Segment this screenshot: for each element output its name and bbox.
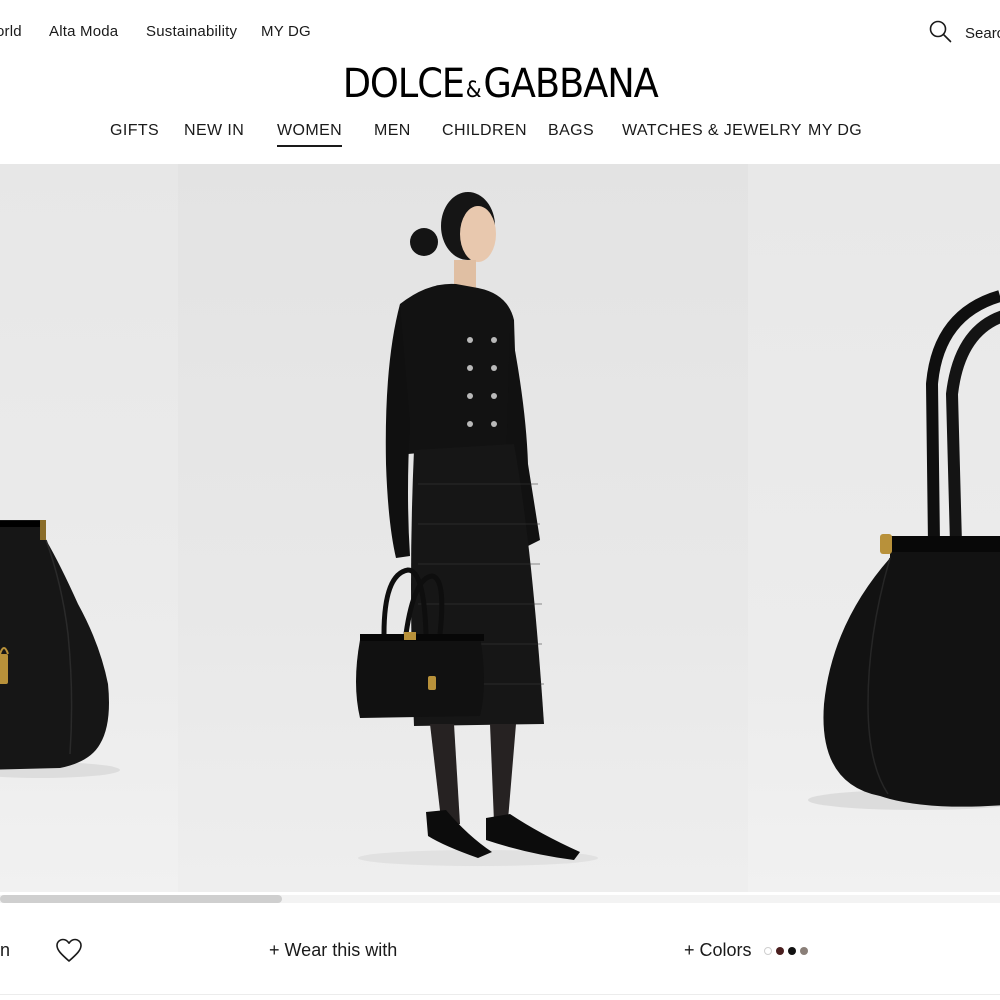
product-action-bar: in + Wear this with + Colors: [0, 920, 1000, 982]
color-swatch-taupe[interactable]: [799, 946, 808, 955]
main-nav: GIFTS NEW IN WOMEN MEN CHILDREN BAGS WAT…: [0, 122, 1000, 152]
color-swatch-white[interactable]: [763, 946, 772, 955]
search-button[interactable]: Searc: [928, 20, 1000, 46]
logo-word-gabbana: GABBANA: [483, 61, 658, 107]
gallery-image-bag-closeup[interactable]: [748, 164, 1000, 892]
nav-item-my-dg[interactable]: MY DG: [808, 122, 862, 145]
color-swatch-black[interactable]: [787, 946, 796, 955]
bottom-divider: [0, 994, 1000, 995]
nav-item-new-in[interactable]: NEW IN: [184, 122, 244, 145]
colors-button[interactable]: + Colors: [684, 940, 808, 961]
search-icon: [928, 19, 952, 48]
nav-item-children[interactable]: CHILDREN: [442, 122, 527, 145]
logo-word-dolce: DOLCE: [342, 61, 464, 107]
utility-bar: orld Alta Moda Sustainability MY DG Sear…: [0, 0, 1000, 62]
product-gallery[interactable]: [0, 164, 1000, 892]
gallery-scrollbar[interactable]: [0, 895, 1000, 903]
utility-link-my-dg[interactable]: MY DG: [261, 23, 311, 40]
nav-item-women[interactable]: WOMEN: [277, 122, 343, 147]
gallery-scrollbar-thumb[interactable]: [0, 895, 282, 903]
nav-item-bags[interactable]: BAGS: [548, 122, 594, 145]
utility-link-alta-moda[interactable]: Alta Moda: [49, 23, 118, 40]
colors-label: + Colors: [684, 940, 752, 960]
nav-item-gifts[interactable]: GIFTS: [110, 122, 159, 145]
color-swatches: [763, 946, 808, 955]
nav-item-watches-jewelry[interactable]: WATCHES & JEWELRY: [622, 122, 802, 145]
gallery-image-model[interactable]: [178, 164, 748, 892]
wishlist-button[interactable]: [55, 937, 83, 965]
utility-link-world[interactable]: orld: [0, 23, 22, 40]
gallery-image-bag-side[interactable]: [0, 164, 178, 892]
logo-ampersand: &: [465, 78, 482, 103]
utility-link-sustainability[interactable]: Sustainability: [146, 23, 237, 40]
search-label: Searc: [965, 24, 1000, 42]
heart-icon: [56, 938, 82, 962]
nav-item-men[interactable]: MEN: [374, 122, 411, 145]
partial-label[interactable]: in: [0, 940, 10, 961]
wear-this-with-button[interactable]: + Wear this with: [269, 940, 397, 961]
color-swatch-burgundy[interactable]: [775, 946, 784, 955]
brand-logo[interactable]: DOLCE&GABBANA: [0, 62, 1000, 108]
